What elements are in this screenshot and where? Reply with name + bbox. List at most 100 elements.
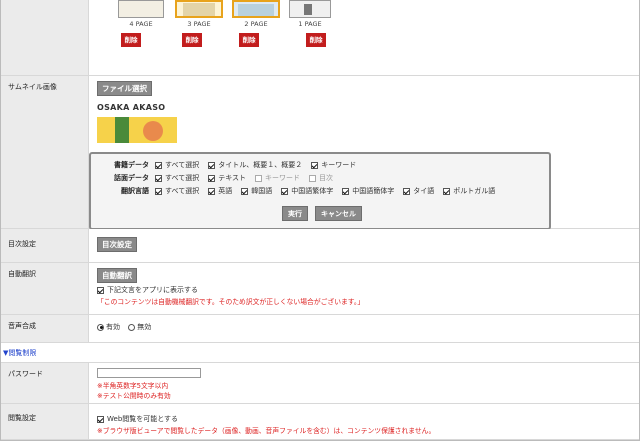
password-note-test: ※テスト公開時のみ有効	[97, 392, 171, 400]
popup-row-page: 話面データ すべて選択 テキスト キーワード 目次	[99, 173, 342, 183]
pages-row: 4 PAGE 3 PAGE 2 PAGE 1 PAGE 削除 削除 削除 削除	[1, 0, 639, 76]
cover-bottle	[115, 117, 129, 143]
popup-row-lang: 翻訳言語 すべて選択 英語 韓国語 中国語繁体字 中国語簡体字 タイ語 ポルトガ…	[99, 186, 504, 196]
autotrans-checkbox-label: 下記文言をアプリに表示する	[107, 286, 198, 294]
toc-settings-button[interactable]: 目次設定	[97, 237, 137, 252]
opt-book-title[interactable]: タイトル、概要１、概要２	[208, 160, 302, 170]
delete-page-4-button[interactable]: 削除	[121, 33, 141, 47]
opt-label: ポルトガル語	[453, 187, 496, 195]
autotrans-row: 自動翻訳 自動翻訳 下記文言をアプリに表示する 「このコンテンツは自動機械翻訳で…	[1, 263, 639, 315]
page-label-2: 2 PAGE	[244, 20, 268, 28]
radio-label: 有効	[106, 323, 120, 331]
checkbox[interactable]	[208, 187, 216, 195]
opt-page-text[interactable]: テキスト	[208, 173, 246, 183]
toc-label: 目次設定	[1, 229, 89, 262]
checkbox[interactable]	[342, 187, 350, 195]
checkbox	[309, 174, 317, 182]
cover-art	[97, 117, 177, 143]
radio[interactable]	[128, 323, 136, 331]
voice-radio-group: 有効 無効	[97, 322, 151, 332]
delete-page-3-button[interactable]: 削除	[182, 33, 202, 47]
checkbox[interactable]	[241, 187, 249, 195]
opt-lang-ko[interactable]: 韓国語	[241, 186, 272, 196]
password-value-cell: ※半角英数字5文字以内 ※テスト公開時のみ有効	[89, 363, 639, 403]
radio[interactable]	[97, 323, 104, 331]
password-note-length: ※半角英数字5文字以内	[97, 382, 169, 390]
opt-book-keyword[interactable]: キーワード	[311, 160, 356, 170]
autotrans-checkbox-line[interactable]: 下記文言をアプリに表示する	[97, 285, 198, 295]
opt-label: タイ語	[413, 187, 435, 195]
checkbox[interactable]	[208, 174, 216, 182]
toc-value-cell: 目次設定	[89, 229, 639, 262]
autotrans-value-cell: 自動翻訳 下記文言をアプリに表示する 「このコンテンツは自動機械翻訳です。そのた…	[89, 263, 639, 314]
file-select-button[interactable]: ファイル選択	[97, 81, 152, 96]
opt-lang-pt[interactable]: ポルトガル語	[443, 186, 495, 196]
checkbox[interactable]	[311, 161, 319, 169]
opt-label: 韓国語	[251, 187, 273, 195]
voice-disabled-option[interactable]: 無効	[128, 323, 151, 331]
opt-label: キーワード	[265, 174, 301, 182]
page-thumb-1[interactable]	[289, 0, 331, 18]
page-thumb-3-image	[183, 3, 215, 16]
delete-page-2-button[interactable]: 削除	[239, 33, 259, 47]
browse-checkbox-line[interactable]: Web閲覧を可能とする	[97, 414, 178, 424]
opt-label: すべて選択	[165, 161, 200, 169]
opt-label: 中国語繁体字	[291, 187, 334, 195]
password-input[interactable]	[97, 368, 201, 378]
update-dialog: 書籍データ すべて選択 タイトル、概要１、概要２ キーワード 話面データ すべて…	[89, 152, 551, 230]
password-label: パスワード	[1, 363, 89, 403]
password-row: パスワード ※半角英数字5文字以内 ※テスト公開時のみ有効	[1, 362, 639, 404]
opt-lang-en[interactable]: 英語	[208, 186, 232, 196]
opt-label: キーワード	[321, 161, 357, 169]
opt-label: 目次	[319, 174, 334, 182]
checkbox[interactable]	[443, 187, 451, 195]
checkbox[interactable]	[281, 187, 289, 195]
browse-label: 閲覧設定	[1, 404, 89, 439]
voice-value-cell: 有効 無効	[89, 315, 639, 342]
opt-label: テキスト	[218, 174, 247, 182]
popup-row-book: 書籍データ すべて選択 タイトル、概要１、概要２ キーワード	[99, 160, 365, 170]
browse-restriction-toggle[interactable]: ▼閲覧制限	[3, 348, 36, 358]
opt-label: すべて選択	[165, 187, 200, 195]
checkbox[interactable]	[155, 174, 162, 182]
delete-page-1-button[interactable]: 削除	[306, 33, 326, 47]
page-thumb-4[interactable]	[118, 0, 164, 18]
toc-row: 目次設定 目次設定	[1, 229, 639, 263]
thumbnail-label: サムネイル画像	[1, 76, 89, 228]
opt-lang-zh-tw[interactable]: 中国語繁体字	[281, 186, 333, 196]
autotrans-checkbox[interactable]	[97, 286, 104, 294]
cancel-button[interactable]: キャンセル	[315, 206, 362, 221]
pages-label-cell	[1, 0, 89, 75]
popup-row-page-label: 話面データ	[114, 174, 149, 182]
opt-lang-all[interactable]: すべて選択	[155, 186, 199, 196]
opt-page-all[interactable]: すべて選択	[155, 173, 199, 183]
opt-label: すべて選択	[165, 174, 200, 182]
opt-book-all[interactable]: すべて選択	[155, 160, 199, 170]
page-label-4: 4 PAGE	[129, 20, 153, 28]
pages-value-cell: 4 PAGE 3 PAGE 2 PAGE 1 PAGE 削除 削除 削除 削除	[89, 0, 639, 75]
page-thumb-1-image	[304, 4, 312, 15]
browse-checkbox[interactable]	[97, 415, 104, 423]
opt-page-keyword: キーワード	[255, 173, 300, 183]
opt-lang-zh-cn[interactable]: 中国語簡体字	[342, 186, 394, 196]
voice-enabled-option[interactable]: 有効	[97, 323, 120, 331]
popup-row-book-label: 書籍データ	[114, 161, 149, 169]
cover-title: OSAKA AKASO	[97, 103, 166, 112]
opt-lang-th[interactable]: タイ語	[403, 186, 434, 196]
page-label-3: 3 PAGE	[187, 20, 211, 28]
checkbox[interactable]	[155, 187, 162, 195]
opt-page-toc: 目次	[309, 173, 333, 183]
checkbox[interactable]	[208, 161, 216, 169]
opt-label: 中国語簡体字	[352, 187, 395, 195]
voice-row: 音声合成 有効 無効	[1, 315, 639, 343]
page-thumb-3[interactable]	[175, 0, 223, 18]
checkbox[interactable]	[155, 161, 162, 169]
checkbox	[255, 174, 263, 182]
popup-row-lang-label: 翻訳言語	[121, 187, 149, 195]
checkbox[interactable]	[403, 187, 411, 195]
radio-label: 無効	[137, 323, 152, 331]
run-button[interactable]: 実行	[282, 206, 308, 221]
autotrans-button[interactable]: 自動翻訳	[97, 268, 137, 283]
opt-label: タイトル、概要１、概要２	[218, 161, 303, 169]
page-thumb-2[interactable]	[232, 0, 280, 18]
